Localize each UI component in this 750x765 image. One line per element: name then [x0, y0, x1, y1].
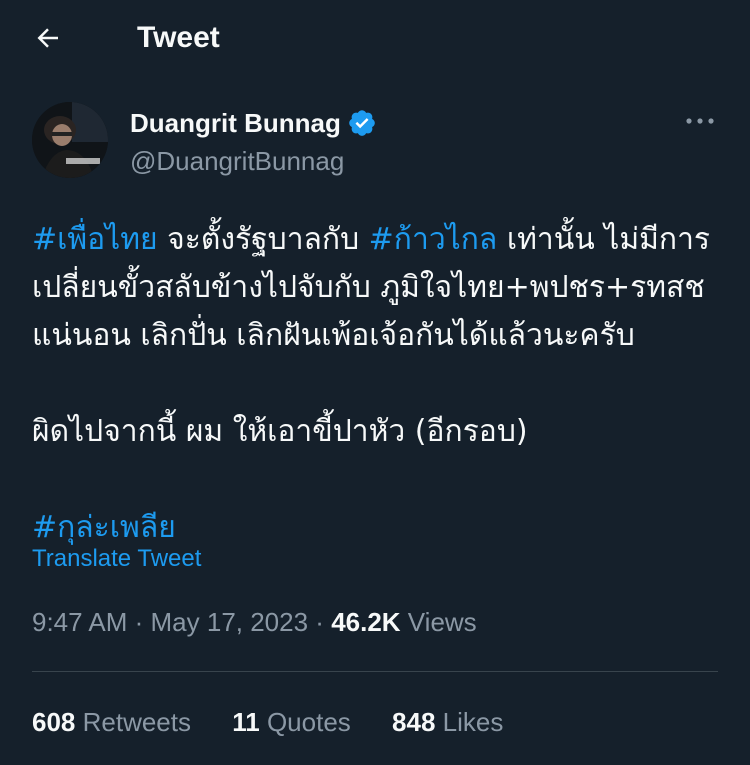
quotes-count: 11	[232, 707, 260, 737]
retweets-count: 608	[32, 707, 76, 737]
tweet-line: แน่นอน เลิกปั่น เลิกฝันเพ้อเจ้อกันได้แล้…	[32, 318, 635, 353]
top-bar: Tweet	[0, 0, 750, 76]
arrow-left-icon	[37, 28, 58, 48]
quotes-stat[interactable]: 11 Quotes	[232, 704, 351, 740]
likes-label: Likes	[435, 707, 504, 737]
paragraph-break	[32, 360, 722, 408]
views-count: 46.2K	[331, 607, 401, 637]
tweet-meta: 9:47 AM · May 17, 2023 · 46.2K Views	[32, 604, 477, 640]
tweet-line: #เพื่อไทย จะตั้งรัฐบาลกับ #ก้าวไกล เท่าน…	[32, 216, 722, 264]
tweet-time[interactable]: 9:47 AM	[32, 607, 127, 637]
tweet-text-segment: จะตั้งรัฐบาลกับ	[157, 222, 369, 257]
author-name-text: Duangrit Bunnag	[130, 108, 341, 138]
views-label: Views	[400, 607, 477, 637]
tweet-stats: 608 Retweets 11 Quotes 848 Likes	[32, 704, 537, 740]
tweet-body: #เพื่อไทย จะตั้งรัฐบาลกับ #ก้าวไกล เท่าน…	[32, 216, 722, 552]
tweet-text-segment: เท่านั้น ไม่มีการ	[497, 222, 711, 257]
avatar-image	[32, 102, 108, 178]
translate-tweet-link[interactable]: Translate Tweet	[32, 543, 201, 575]
verified-badge-icon	[349, 110, 375, 136]
back-button[interactable]	[28, 18, 68, 58]
hashtag-link[interactable]: #เพื่อไทย	[32, 222, 158, 257]
likes-stat[interactable]: 848 Likes	[392, 704, 503, 740]
tweet-line: ผิดไปจากนี้ ผม ให้เอาขี้ปาหัว (อีกรอบ)	[32, 414, 528, 449]
divider	[32, 671, 718, 672]
author-handle[interactable]: @DuangritBunnag	[130, 144, 344, 178]
author-display-name[interactable]: Duangrit Bunnag	[130, 106, 377, 140]
hashtag-link[interactable]: #ก้าวไกล	[369, 222, 498, 257]
paragraph-break	[32, 456, 722, 504]
retweets-label: Retweets	[75, 707, 191, 737]
meta-separator: ·	[308, 607, 332, 637]
meta-separator: ·	[127, 607, 151, 637]
page-title: Tweet	[137, 21, 220, 54]
tweet-line: เปลี่ยนขั้วสลับข้างไปจับกับ ภูมิใจไทย+พป…	[32, 270, 705, 305]
retweets-stat[interactable]: 608 Retweets	[32, 704, 191, 740]
hashtag-link[interactable]: #กุล่ะเพลีย	[32, 510, 176, 545]
avatar[interactable]	[32, 102, 108, 178]
likes-count: 848	[392, 707, 436, 737]
more-options-button[interactable]	[680, 106, 720, 136]
tweet-date[interactable]: May 17, 2023	[151, 607, 309, 637]
quotes-label: Quotes	[259, 707, 351, 737]
tweet-author: Duangrit Bunnag @DuangritBunnag	[32, 102, 722, 182]
more-horizontal-icon	[686, 118, 714, 124]
